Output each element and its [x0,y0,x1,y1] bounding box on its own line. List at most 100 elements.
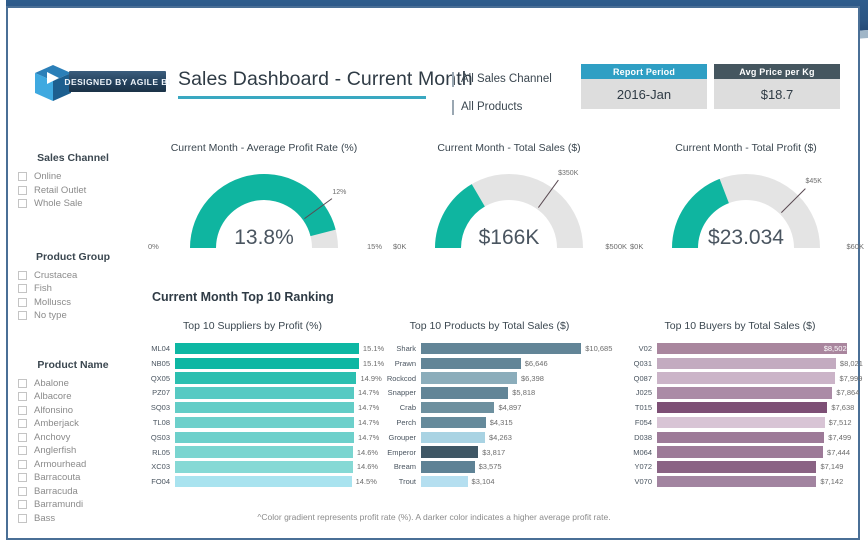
bar-row[interactable]: Crab $4,897 [372,401,607,414]
checkbox-icon[interactable] [18,432,27,442]
filter-group-title: Product Group [35,250,111,263]
checkbox-icon[interactable] [18,419,27,429]
bar-category-label: FO04 [151,477,170,487]
bar-row[interactable]: Bream $3,575 [372,460,607,473]
bar-track: 15.1% [175,357,384,370]
checkbox-icon[interactable] [18,392,27,402]
filter-item-whole-sale[interactable]: Whole Sale [10,197,136,211]
filter-item-amberjack[interactable]: Amberjack [10,417,136,431]
bar-row[interactable]: F054 $7,512 [620,416,860,429]
checkbox-icon[interactable] [18,199,27,209]
bar-fill [175,446,353,458]
bar-row[interactable]: V02 $8,502 [620,342,860,355]
kpi-card-avg-price-per-kg: Avg Price per Kg $18.7 [714,64,840,109]
bar-row[interactable]: J025 $7,864 [620,386,860,399]
brand-logo: Designed by Agile BI [33,62,170,104]
filter-item-albacore[interactable]: Albacore [10,390,136,404]
bar-track: $6,398 [421,372,607,384]
bar-row[interactable]: Trout $3,104 [372,475,607,488]
checkbox-icon[interactable] [18,297,27,307]
footnote: ^Color gradient represents profit rate (… [257,512,611,522]
filter-item-label: Barracouta [34,472,81,484]
bar-row[interactable]: XC03 14.6% [140,460,378,473]
bar-track: 14.6% [175,446,378,458]
filter-item-label: Anchovy [34,431,71,443]
filter-item-armourhead[interactable]: Armourhead [10,458,136,472]
bar-row[interactable]: FO04 14.5% [140,475,377,488]
filter-item-retail-outlet[interactable]: Retail Outlet [10,184,136,198]
bar-category-label: D038 [634,432,652,442]
filter-group-sales-channel: Sales Channel Online Retail Outlet Whole Sa… [10,152,136,211]
bar-track: $10,685 [421,342,612,355]
bar-row[interactable]: Q031 $8,021 [620,357,863,370]
bar-row[interactable]: Prawn $6,646 [372,357,607,370]
bar-row[interactable]: D038 $7,499 [620,431,860,444]
bar-category-label: QX05 [150,373,170,383]
filter-item-crustacea[interactable]: Crustacea [10,269,136,283]
bar-track: $3,575 [421,461,607,473]
checkbox-icon[interactable] [18,405,27,415]
bar-category-label: F054 [634,418,652,427]
gauge-title: Current Month - Total Profit ($) [675,142,817,154]
checkbox-icon[interactable] [18,378,27,388]
filter-item-anglerfish[interactable]: Anglerfish [10,444,136,458]
checkbox-icon[interactable] [18,473,27,483]
kpi-card-report-period: Report Period 2016-Jan [581,64,707,109]
bar-category-label: NB05 [151,358,170,368]
title-underline [178,96,426,99]
bar-row[interactable]: Q087 $7,999 [620,372,862,385]
bar-fill [657,431,825,444]
filter-item-alfonsino[interactable]: Alfonsino [10,404,136,418]
checkbox-icon[interactable] [18,459,27,469]
slicer-summary-item-channel[interactable]: All Sales Channel [452,68,552,90]
checkbox-icon[interactable] [18,172,27,182]
bar-category-label: M064 [633,447,652,457]
bar-row[interactable]: PZ07 14.7% [140,386,379,399]
filter-item-label: Barramundi [34,499,84,511]
bar-category-label: T015 [634,403,652,413]
bar-row[interactable]: NB05 15.1% [140,357,384,370]
bar-row[interactable]: Shark $10,685 [372,342,612,355]
filter-item-abalone[interactable]: Abalone [10,377,136,391]
filter-item-no-type[interactable]: No type [10,309,136,323]
filter-item-barramundi[interactable]: Barramundi [10,498,136,512]
filter-item-fish[interactable]: Fish [10,282,136,296]
bar-row[interactable]: ML04 15.1% [140,342,384,355]
checkbox-icon[interactable] [18,284,27,294]
bar-row[interactable]: SQ03 14.7% [140,401,379,414]
filter-item-online[interactable]: Online [10,170,136,184]
gauge-average-profit-rate: Current Month - Average Profit Rate (%) 0… [140,142,388,264]
bar-row[interactable]: Snapper $5,818 [372,386,607,399]
checkbox-icon[interactable] [18,486,27,496]
checkbox-icon[interactable] [18,185,27,195]
bar-row[interactable]: Perch $4,315 [372,416,607,429]
filter-item-anchovy[interactable]: Anchovy [10,431,136,445]
bar-fill [175,431,355,444]
bar-row[interactable]: QX05 14.9% [140,372,382,385]
filter-item-barracouta[interactable]: Barracouta [10,471,136,485]
bar-row[interactable]: Emperor $3,817 [372,445,607,458]
bar-row[interactable]: QS03 14.7% [140,431,379,444]
bar-row[interactable]: Grouper $4,263 [372,431,607,444]
filter-item-barracuda[interactable]: Barracuda [10,485,136,499]
bar-row[interactable]: Y072 $7,149 [620,460,860,473]
bar-category-label: Perch [396,418,416,427]
bar-row[interactable]: M064 $7,444 [620,445,860,458]
bar-row[interactable]: TL08 14.7% [140,416,379,429]
bar-fill [657,357,836,370]
bar-row[interactable]: T015 $7,638 [620,401,860,414]
bar-row[interactable]: RL05 14.6% [140,445,378,458]
slicer-summary-item-products[interactable]: All Products [452,96,552,118]
checkbox-icon[interactable] [18,311,27,321]
bar-row[interactable]: Rockcod $6,398 [372,372,607,385]
filter-item-molluscs[interactable]: Molluscs [10,296,136,310]
gauge-value: 13.8% [234,226,294,249]
checkbox-icon[interactable] [18,270,27,280]
bar-value-label: $4,315 [489,418,513,427]
bar-row[interactable]: V070 $7,142 [620,475,860,488]
checkbox-icon[interactable] [18,446,27,456]
checkbox-icon[interactable] [18,500,27,510]
bar-category-label: Prawn [394,358,416,368]
bar-value-label: $7,142 [820,477,844,487]
bar-category-label: TL08 [152,418,170,427]
